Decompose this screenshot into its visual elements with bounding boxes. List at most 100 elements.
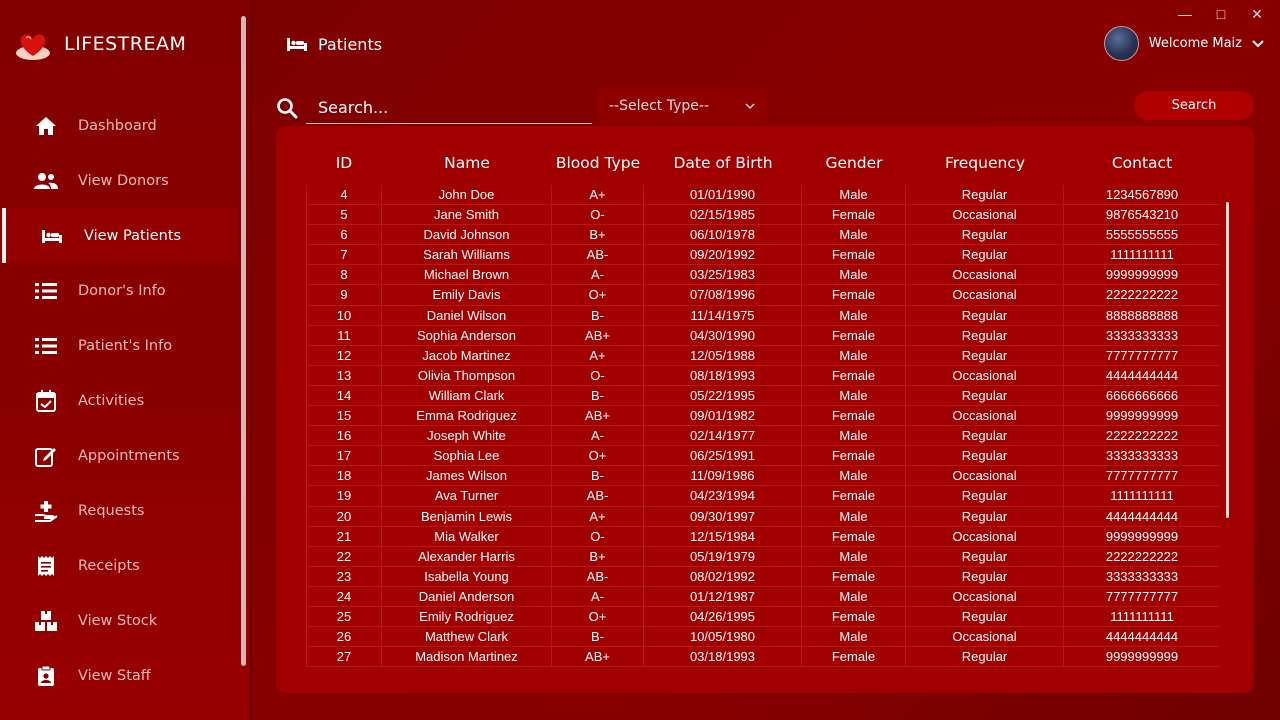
sidebar-item-requests[interactable]: Requests [0,483,240,538]
brand: LIFESTREAM [14,26,186,62]
table-cell: Mia Walker [382,526,552,546]
table-cell: 01/01/1990 [644,185,802,205]
user-menu[interactable]: Welcome Maiz [1103,26,1264,61]
sidebar-item-receipts[interactable]: Receipts [0,538,240,593]
table-cell: 05/19/1979 [644,546,802,566]
chevron-down-icon[interactable] [1252,39,1264,48]
search-button[interactable]: Search [1134,91,1254,120]
column-header[interactable]: Frequency [906,154,1064,176]
avatar[interactable] [1103,26,1139,61]
sidebar-item-view-stock[interactable]: View Stock [0,593,240,648]
table-cell: 09/01/1982 [644,406,802,426]
table-row[interactable]: 8 Michael Brown A- 03/25/1983 Male Occasional… [306,265,1220,286]
table-row[interactable]: 12 Jacob Martinez A+ 12/05/1988 Male Regular 7… [306,345,1220,366]
sidebar-item-label: Donor's Info [78,282,166,299]
receipt-icon [34,554,58,578]
column-header[interactable]: Contact [1064,154,1220,176]
table-cell: 12/15/1984 [644,526,802,546]
minimize-icon[interactable]: — [1172,4,1198,24]
sidebar-item-label: Requests [78,502,145,519]
table-row[interactable]: 20 Benjamin Lewis A+ 09/30/1997 Male Regular 4… [306,506,1220,527]
table-cell: 5 [306,205,382,225]
table-cell: 1111111111 [1110,488,1174,504]
table-cell: 27 [306,647,382,667]
table-body[interactable]: 4 John Doe A+ 01/01/1990 Male Regular 12345678… [306,185,1220,674]
sidebar-item-activities[interactable]: Activities [0,373,240,428]
table-cell: B- [552,627,644,647]
table-cell: A- [552,586,644,606]
bed-icon [40,224,64,248]
column-header[interactable]: Name [382,154,552,176]
table-cell: 09/20/1992 [644,245,802,265]
close-icon[interactable]: ✕ [1244,4,1270,24]
sidebar-item-patient-s-info[interactable]: Patient's Info [0,318,240,373]
table-cell: Male [802,506,906,526]
table-row[interactable]: 21 Mia Walker O- 12/15/1984 Female Occasional… [306,526,1220,547]
table-cell: 05/22/1995 [644,385,802,406]
sidebar-item-label: View Staff [78,667,151,684]
logo-icon [16,34,50,60]
table-row[interactable]: 19 Ava Turner AB- 04/23/1994 Female Regular 11… [306,486,1220,507]
sidebar-scrollbar[interactable] [241,16,246,666]
table-row[interactable]: 23 Isabella Young AB- 08/02/1992 Female Regul… [306,566,1220,587]
sidebar-item-appointments[interactable]: Appointments [0,428,240,483]
table-row[interactable]: 14 William Clark B- 05/22/1995 Male Regular 66… [306,385,1220,407]
table-row[interactable]: 27 Madison Martinez AB+ 03/18/1993 Female Reg… [306,647,1220,668]
column-header[interactable]: ID [306,154,382,176]
table-cell: 9999999999 [1105,408,1179,424]
table-cell: Male [802,185,906,205]
sidebar-item-view-staff[interactable]: View Staff [0,648,240,703]
maximize-icon[interactable]: □ [1208,4,1234,24]
sidebar-item-label: Activities [78,392,145,409]
table-row[interactable]: 22 Alexander Harris B+ 05/19/1979 Male Regula… [306,546,1220,567]
search-icon[interactable] [276,97,298,119]
table-cell: 4444444444 [1105,629,1179,645]
table-row[interactable]: 13 Olivia Thompson O- 08/18/1993 Female Occas… [306,365,1220,386]
column-header[interactable]: Gender [802,154,906,176]
table-scrollbar[interactable] [1226,202,1229,518]
table-row[interactable]: 11 Sophia Anderson AB+ 04/30/1990 Female Regu… [306,325,1220,346]
table-cell: 07/08/1996 [644,285,802,305]
table-row[interactable]: 24 Daniel Anderson A- 01/12/1987 Male Occasio… [306,586,1220,607]
table-cell: 1111111111 [1110,608,1174,624]
table-cell: 06/25/1991 [644,446,802,466]
search-input[interactable] [306,92,592,124]
table-cell: Regular [906,385,1064,406]
sidebar-item-view-donors[interactable]: View Donors [0,153,240,208]
table-cell: Female [802,406,906,426]
table-cell: O+ [552,606,644,627]
sidebar-item-donor-s-info[interactable]: Donor's Info [0,263,240,318]
type-select[interactable]: --Select Type-- [597,88,767,124]
column-header[interactable]: Date of Birth [644,154,802,176]
table-row[interactable]: 5 Jane Smith O- 02/15/1985 Female Occasional 9… [306,205,1220,226]
table-cell: 3333333333 [1105,448,1179,464]
table-cell: 13 [306,365,382,385]
table-cell: Daniel Anderson [382,586,552,606]
table-cell: 08/02/1992 [644,566,802,586]
table-cell: AB+ [552,406,644,426]
sidebar-item-view-patients[interactable]: View Patients [2,208,238,263]
table-cell: Occasional [906,627,1064,647]
table-row[interactable]: 7 Sarah Williams AB- 09/20/1992 Female Regula… [306,245,1220,266]
sidebar-item-label: Patient's Info [78,337,173,354]
table-row[interactable]: 15 Emma Rodriguez AB+ 09/01/1982 Female Occas… [306,406,1220,427]
table-cell: Male [802,225,906,245]
sidebar-item-label: Receipts [78,557,140,574]
table-row[interactable]: 6 David Johnson B+ 06/10/1978 Male Regular 555… [306,225,1220,246]
table-row[interactable]: 16 Joseph White A- 02/14/1977 Male Regular 222… [306,426,1220,447]
table-cell: Isabella Young [382,566,552,586]
table-cell: 06/10/1978 [644,225,802,245]
sidebar-item-dashboard[interactable]: Dashboard [0,98,240,153]
table-cell: Occasional [906,466,1064,486]
table-row[interactable]: 10 Daniel Wilson B- 11/14/1975 Male Regular 88… [306,305,1220,326]
table-cell: AB+ [552,325,644,345]
table-row[interactable]: 17 Sophia Lee O+ 06/25/1991 Female Regular 333… [306,446,1220,467]
table-row[interactable]: 26 Matthew Clark B- 10/05/1980 Male Occasiona… [306,627,1220,648]
table-row[interactable]: 4 John Doe A+ 01/01/1990 Male Regular 12345678… [306,185,1220,206]
table-cell: 11/09/1986 [644,466,802,486]
table-row[interactable]: 9 Emily Davis O+ 07/08/1996 Female Occasional… [306,285,1220,306]
table-row[interactable]: 25 Emily Rodriguez O+ 04/26/1995 Female Regul… [306,606,1220,628]
column-header[interactable]: Blood Type [552,154,644,176]
calendar-check-icon [34,389,58,413]
table-row[interactable]: 18 James Wilson B- 11/09/1986 Male Occasional… [306,466,1220,487]
